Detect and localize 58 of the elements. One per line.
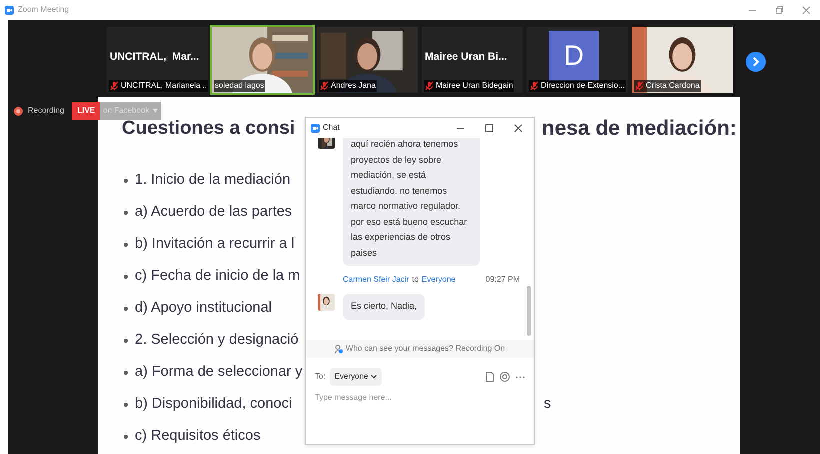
bullet-text: 1. Inicio de la mediación xyxy=(135,170,291,190)
participant-label: Direccion de Extensio... xyxy=(541,80,626,92)
bullet-text: d) Apoyo institucional xyxy=(135,298,272,318)
message-bubble: aquí recién ahora tenemos proyectos de ley sobre mediación, se está estudiando. no tenemos marco normativo regulador. por eso está bueno escuchar las experiencias de otros paises xyxy=(343,138,480,266)
bullet-icon xyxy=(124,402,128,406)
people-icon xyxy=(334,344,343,354)
bullet-icon xyxy=(124,178,128,182)
bullet-icon xyxy=(124,370,128,374)
bullet-text: b) Disponibilidad, conoci xyxy=(135,394,292,414)
close-icon[interactable] xyxy=(514,124,523,132)
bullet-text: c) Requisitos éticos xyxy=(135,426,261,446)
sender-name: Carmen Sfeir Jacir xyxy=(343,274,410,286)
message-time: 09:27 PM xyxy=(486,274,520,286)
next-page-button[interactable] xyxy=(746,52,766,72)
recording-icon xyxy=(14,106,23,116)
window-title: Zoom Meeting xyxy=(18,4,70,16)
caret-icon xyxy=(152,109,158,113)
more-icon[interactable] xyxy=(516,376,525,378)
chat-title: Chat xyxy=(323,122,340,134)
slide-title: Cuestiones a consi xyxy=(122,117,296,141)
participant-label: Crista Cardona xyxy=(646,80,700,92)
bullet-text: s xyxy=(544,394,552,414)
caret-icon xyxy=(371,375,378,379)
bullet-text: b) Invitación a recurrir a l xyxy=(135,234,295,254)
participant-label: Andres Jana xyxy=(331,80,376,92)
bullet-text: a) Forma de seleccionar y xyxy=(135,362,303,382)
privacy-notice: Who can see your messages? Recording On xyxy=(346,343,506,355)
participant-name: Mairee Uran Bi... xyxy=(425,50,508,65)
bullet-icon xyxy=(124,434,128,438)
recording-label: Recording xyxy=(28,105,64,117)
bullet-icon xyxy=(124,242,128,246)
participant-label: soledad lagos xyxy=(215,80,264,92)
message-bubble: Es cierto, Nadia, xyxy=(343,294,426,320)
participant-label: UNCITRAL, Marianela ... xyxy=(121,80,208,92)
participant-label: Mairee Uran Bidegain xyxy=(436,80,514,92)
message-input[interactable]: Type message here... xyxy=(315,392,515,404)
restore-icon[interactable] xyxy=(775,6,784,14)
bullet-icon xyxy=(124,210,128,214)
zoom-logo-icon xyxy=(5,6,14,14)
recipient-dropdown[interactable]: Everyone xyxy=(330,368,382,386)
emoji-icon[interactable] xyxy=(500,372,510,382)
recipient-name: Everyone xyxy=(422,274,456,286)
live-badge: LIVE xyxy=(72,102,100,120)
to-label: To: xyxy=(315,371,326,383)
bullet-text: 2. Selección y designació xyxy=(135,330,299,350)
bullet-icon xyxy=(124,306,128,310)
zoom-logo-icon xyxy=(311,124,320,132)
maximize-icon[interactable] xyxy=(485,124,494,132)
bullet-icon xyxy=(124,274,128,278)
bullet-icon xyxy=(124,338,128,342)
avatar-tile: D xyxy=(549,31,599,81)
file-icon[interactable] xyxy=(486,372,494,382)
to-text: to xyxy=(412,274,419,286)
bullet-text: a) Acuerdo de las partes xyxy=(135,202,292,222)
participant-name: UNCITRAL, Mar... xyxy=(110,50,200,65)
bullet-text: c) Fecha de inicio de la m xyxy=(135,266,300,286)
scrollbar-thumb xyxy=(527,286,531,336)
slide-title: nesa de mediación: xyxy=(542,116,737,142)
